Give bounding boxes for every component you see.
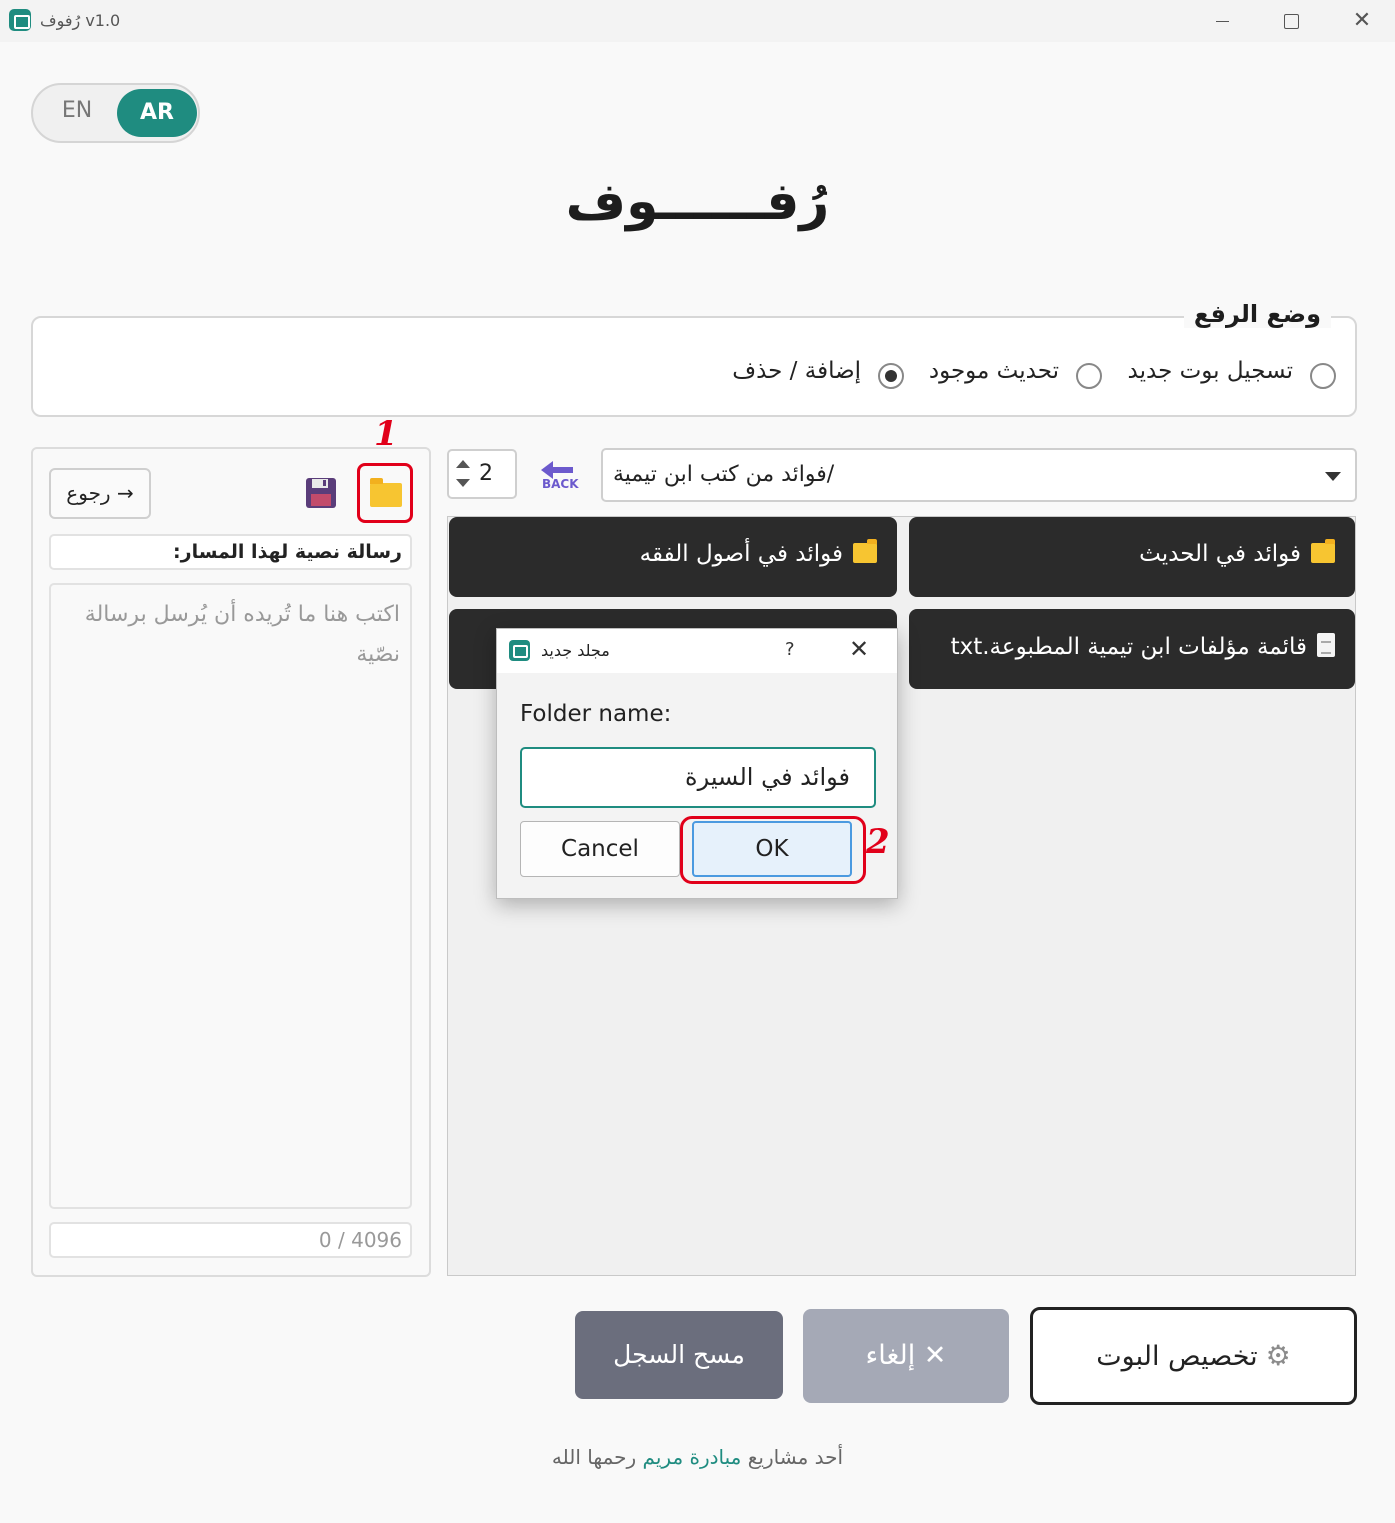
close-icon[interactable]: ✕ [1347,8,1377,34]
window-titlebar: رُفوف v1.0 ✕ [0,0,1395,42]
upload-mode-group: وضع الرفع تسجيل بوت جديد تحديث موجود إضا… [31,300,1357,417]
spin-down-icon[interactable] [456,479,470,487]
radio-label-update-existing[interactable]: تحديث موجود [929,358,1059,384]
folder-icon [853,539,877,563]
folder-tile[interactable]: فوائد في أصول الفقه [449,517,897,597]
radio-label-add-delete[interactable]: إضافة / حذف [732,358,861,384]
annotation-step-1: 1 [374,414,398,454]
new-folder-dialog: مجلد جديد ? ✕ Folder name: فوائد في السي… [496,628,898,899]
save-icon[interactable] [304,476,338,510]
gear-icon: ⚙ [1265,1339,1291,1372]
radio-update-existing[interactable] [1076,363,1102,389]
help-icon[interactable]: ? [785,639,795,660]
back-button[interactable]: → رجوع [49,468,151,519]
app-heading: رُفــــــوف [565,172,830,232]
cancel-button[interactable]: Cancel [520,821,680,877]
path-value: /فوائد من كتب ابن تيمية [613,462,835,487]
back-arrow-label: BACK [542,477,579,491]
dialog-titlebar: مجلد جديد ? ✕ [497,629,897,673]
dialog-title: مجلد جديد [541,641,610,660]
customize-bot-button[interactable]: ⚙تخصيص البوت [1030,1307,1357,1405]
lang-en-option[interactable]: EN [47,98,107,123]
folder-name-input[interactable]: فوائد في السيرة [520,747,876,808]
lang-ar-option[interactable]: AR [117,89,197,137]
footer-credit: أحد مشاريع مبادرة مريم رحمها الله [400,1445,995,1469]
columns-spinbox[interactable]: 2 [447,449,517,499]
close-icon[interactable]: ✕ [849,635,869,663]
tile-label: فوائد في الحديث [1139,541,1301,567]
folder-tile[interactable]: فوائد في الحديث [909,517,1355,597]
radio-label-register-new-bot[interactable]: تسجيل بوت جديد [1128,358,1293,384]
window-title: رُفوف v1.0 [40,11,121,30]
chevron-down-icon [1325,472,1341,481]
customize-bot-label: تخصيص البوت [1096,1341,1258,1372]
ok-button[interactable]: OK [692,821,852,877]
app-icon [509,640,530,661]
footer-link[interactable]: مبادرة مريم [643,1445,742,1469]
message-textarea[interactable]: اكتب هنا ما تُريده أن يُرسل برسالة نصّية [49,583,412,1209]
spin-up-icon[interactable] [456,460,470,468]
folder-icon [1311,539,1335,563]
footer-prefix: أحد مشاريع [747,1445,844,1469]
folder-icon [370,478,402,507]
document-icon [1317,633,1335,657]
message-label: رسالة نصية لهذا المسار: [49,534,412,570]
tile-label: فوائد في أصول الفقه [639,541,843,567]
app-icon [9,9,31,31]
minimize-icon[interactable] [1208,8,1238,34]
back-arrow-icon[interactable]: BACK [537,457,581,497]
folder-name-label: Folder name: [520,701,672,727]
radio-register-new-bot[interactable] [1310,363,1336,389]
upload-mode-legend: وضع الرفع [1183,300,1331,328]
clear-log-button[interactable]: مسح السجل [575,1311,783,1399]
file-tile[interactable]: قائمة مؤلفات ابن تيمية المطبوعة.txt [909,609,1355,689]
new-folder-button[interactable] [357,463,413,523]
tile-label: قائمة مؤلفات ابن تيمية المطبوعة.txt [950,634,1307,660]
path-dropdown[interactable]: /فوائد من كتب ابن تيمية [601,448,1357,502]
maximize-icon[interactable] [1276,8,1306,34]
language-toggle[interactable]: EN AR [31,83,200,143]
char-counter: 0 / 4096 [49,1222,412,1258]
footer-suffix: رحمها الله [551,1445,637,1469]
cancel-upload-button[interactable]: ✕ إلغاء [803,1309,1009,1403]
annotation-step-2: 2 [866,822,890,862]
columns-value: 2 [479,461,493,486]
radio-add-delete[interactable] [878,363,904,389]
